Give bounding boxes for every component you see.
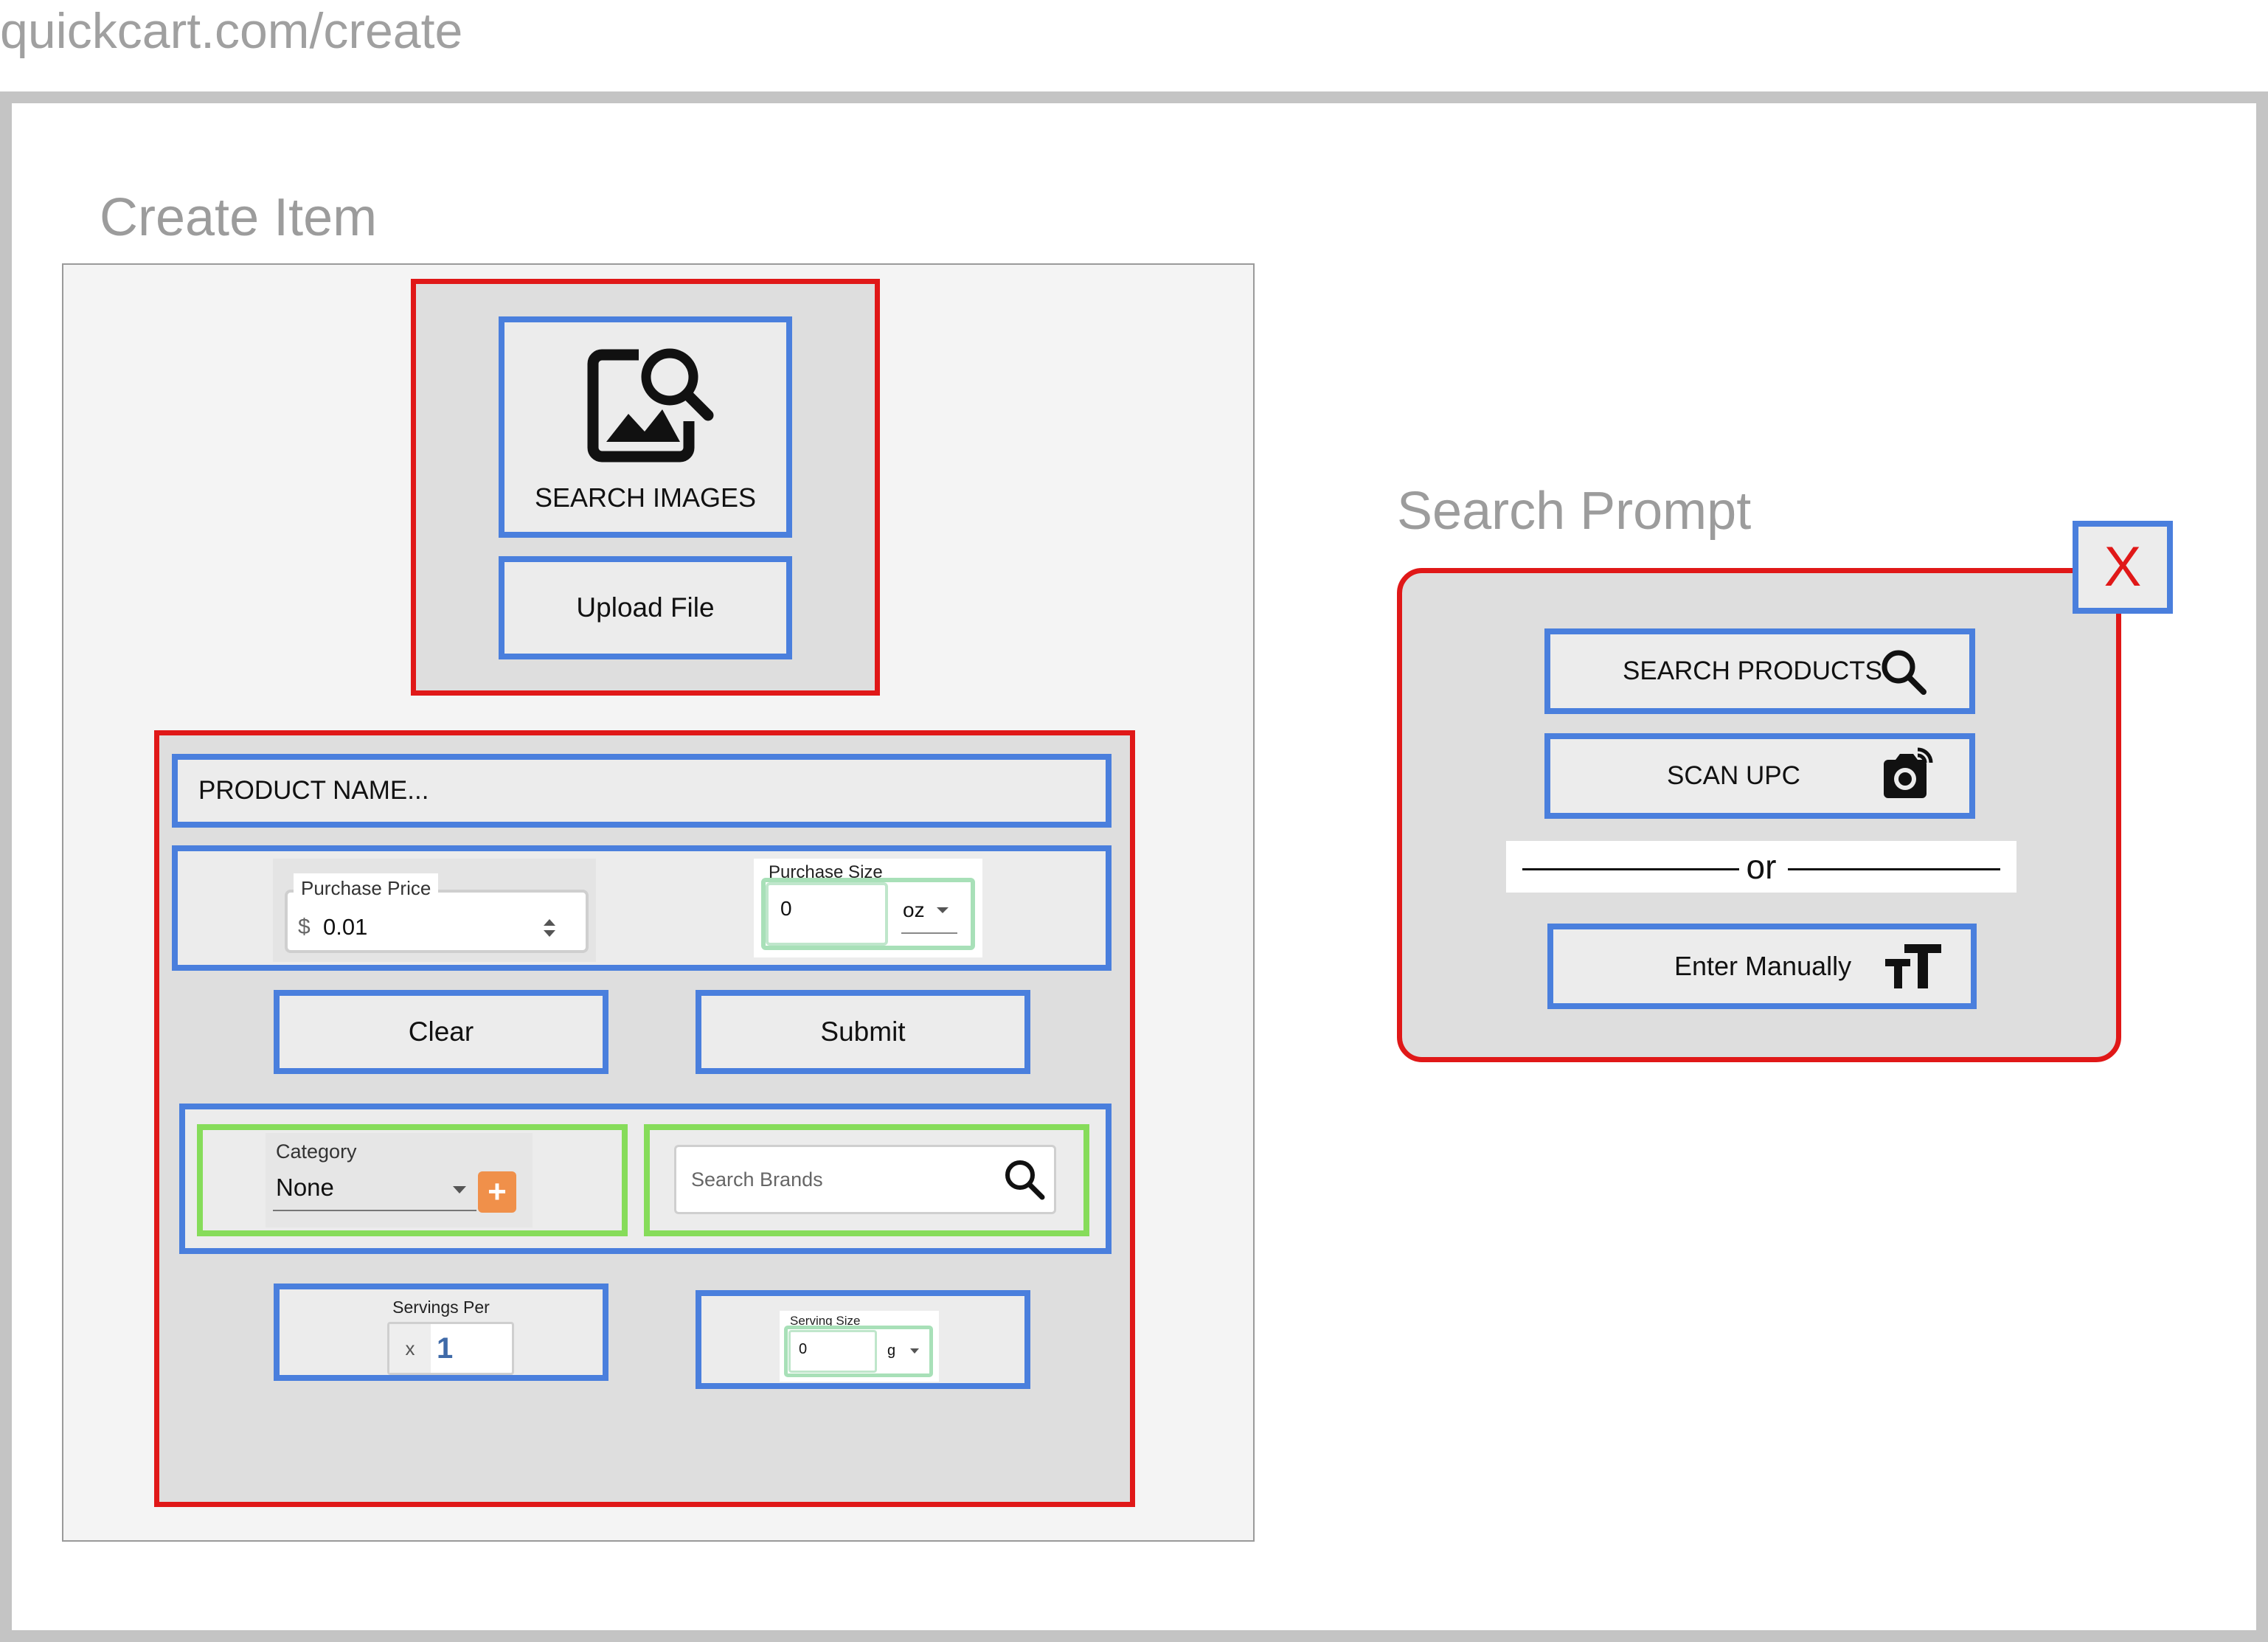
servings-per-label: Servings Per bbox=[392, 1297, 490, 1317]
add-category-button[interactable]: + bbox=[478, 1171, 516, 1213]
chevron-down-icon bbox=[909, 1348, 920, 1354]
category-value: None bbox=[276, 1174, 334, 1201]
purchase-size-unit[interactable]: oz bbox=[903, 897, 925, 924]
category-field[interactable]: Category None + bbox=[266, 1133, 533, 1227]
search-prompt-title: Search Prompt bbox=[1397, 482, 1752, 541]
category-underline bbox=[273, 1210, 476, 1211]
scan-upc-label: SCAN UPC bbox=[1667, 761, 1800, 790]
brand-search-input[interactable]: Search Brands bbox=[674, 1145, 1056, 1214]
clear-button[interactable]: Clear bbox=[274, 990, 608, 1074]
chevron-down-icon bbox=[451, 1185, 468, 1195]
url-bar[interactable]: quickcart.com/create bbox=[0, 0, 885, 62]
search-products-button[interactable]: SEARCH PRODUCTS bbox=[1544, 628, 1975, 714]
purchase-size-value: 0 bbox=[780, 897, 792, 920]
search-icon bbox=[1879, 648, 1928, 696]
servings-per-input[interactable]: x 1 bbox=[387, 1322, 514, 1375]
create-item-title: Create Item bbox=[100, 188, 378, 247]
close-button[interactable]: X bbox=[2073, 521, 2173, 614]
brand-search-placeholder: Search Brands bbox=[691, 1168, 823, 1191]
or-divider: or bbox=[1506, 841, 2016, 893]
serving-size-unit[interactable]: g bbox=[887, 1340, 895, 1361]
divider-line-left bbox=[1522, 868, 1739, 870]
camera-icon bbox=[1879, 746, 1935, 803]
servings-per-value: 1 bbox=[437, 1332, 454, 1365]
text-size-icon bbox=[1884, 941, 1944, 991]
submit-button[interactable]: Submit bbox=[696, 990, 1030, 1074]
purchase-size-field[interactable]: Purchase Size 0 oz bbox=[754, 859, 982, 957]
enter-manually-label: Enter Manually bbox=[1674, 951, 1852, 981]
purchase-price-value[interactable]: 0.01 bbox=[323, 910, 367, 944]
enter-manually-button[interactable]: Enter Manually bbox=[1547, 924, 1977, 1009]
scan-upc-button[interactable]: SCAN UPC bbox=[1544, 733, 1975, 819]
upload-file-button[interactable]: Upload File bbox=[499, 556, 792, 659]
serving-size-field[interactable]: Serving Size 0 g bbox=[780, 1311, 939, 1382]
search-images-label: SEARCH IMAGES bbox=[534, 482, 757, 513]
servings-per-box: Servings Per x 1 bbox=[274, 1284, 608, 1381]
serving-size-value: 0 bbox=[799, 1341, 808, 1357]
close-icon: X bbox=[2104, 536, 2142, 598]
purchase-size-unit-underline bbox=[901, 932, 957, 934]
search-products-label: SEARCH PRODUCTS bbox=[1623, 657, 1882, 685]
serving-size-box: Serving Size 0 g bbox=[696, 1290, 1030, 1389]
purchase-price-label: Purchase Price bbox=[294, 873, 439, 903]
product-name-placeholder: PRODUCT NAME... bbox=[198, 776, 429, 805]
search-icon[interactable] bbox=[1002, 1157, 1047, 1202]
product-name-input[interactable]: PRODUCT NAME... bbox=[172, 754, 1112, 828]
purchase-price-field[interactable]: Purchase Price $ 0.01 bbox=[273, 859, 596, 962]
image-search-icon bbox=[586, 339, 715, 468]
chevron-down-icon bbox=[935, 906, 950, 915]
search-images-button[interactable]: SEARCH IMAGES bbox=[499, 316, 792, 538]
divider-line-right bbox=[1788, 868, 2000, 870]
stepper-icon[interactable] bbox=[541, 916, 558, 940]
currency-symbol: $ bbox=[298, 915, 311, 939]
or-label: or bbox=[1746, 848, 1777, 886]
category-label: Category bbox=[276, 1140, 357, 1163]
servings-per-prefix: x bbox=[389, 1324, 431, 1373]
